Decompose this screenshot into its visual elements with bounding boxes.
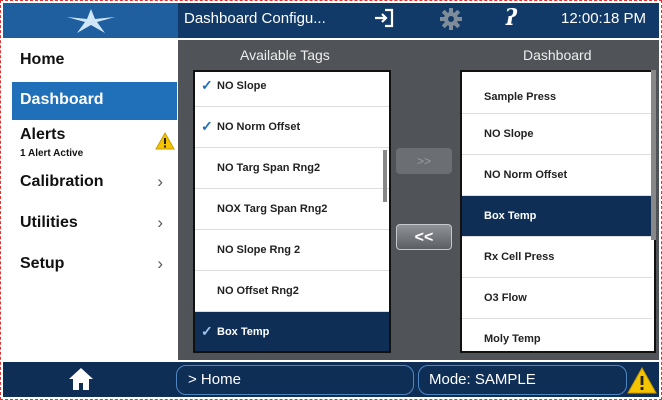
list-item-label: Box Temp [217, 326, 270, 338]
sidebar-item-setup[interactable]: Setup › [12, 246, 177, 284]
logo-icon [67, 9, 115, 33]
list-item[interactable]: Sample Press [462, 72, 652, 114]
sidebar-item-label: Utilities [20, 214, 78, 231]
checkmark-icon: ✓ [201, 77, 213, 93]
list-item-label: NO Slope Rng 2 [217, 244, 301, 256]
list-item[interactable]: NOX Targ Span Rng2 [195, 189, 389, 230]
gear-icon[interactable] [440, 8, 462, 30]
available-tags-list[interactable]: ✓ NO Slope ✓ NO Norm Offset NO Targ Span… [193, 70, 391, 353]
checkmark-icon: ✓ [201, 118, 213, 134]
list-item-selected[interactable]: ✓ Box Temp [195, 312, 389, 351]
sidebar-item-label: Calibration [20, 173, 104, 190]
list-item[interactable]: NO Norm Offset [462, 155, 652, 196]
list-item-label: NO Slope [217, 80, 267, 92]
home-icon[interactable] [68, 367, 94, 391]
chevron-right-icon: › [157, 213, 163, 232]
list-item-label: NO Targ Span Rng2 [217, 162, 321, 174]
sidebar-item-label: Alerts [20, 126, 66, 143]
mode-text: Mode: SAMPLE [429, 371, 536, 388]
dashboard-list[interactable]: Sample Press NO Slope NO Norm Offset Box… [460, 70, 656, 353]
mode-indicator: Mode: SAMPLE [418, 365, 627, 395]
sidebar-item-utilities[interactable]: Utilities › [12, 205, 177, 243]
sidebar-item-alerts[interactable]: Alerts 1 Alert Active [12, 122, 177, 164]
chevron-right-icon: › [157, 254, 163, 273]
sidebar-item-label: Home [20, 51, 65, 68]
list-item-label: Box Temp [484, 210, 537, 222]
available-scrollbar[interactable] [383, 150, 387, 202]
list-item-label: NO Norm Offset [217, 121, 301, 133]
list-item-label: NO Norm Offset [484, 169, 568, 181]
add-to-dashboard-button[interactable]: >> [396, 148, 452, 174]
list-item[interactable]: Rx Cell Press [462, 237, 652, 278]
help-icon[interactable]: ʔ [505, 5, 517, 31]
list-item-label: Rx Cell Press [484, 251, 555, 263]
clock: 12:00:18 PM [561, 10, 647, 27]
dashboard-scrollbar[interactable] [651, 70, 656, 240]
login-icon[interactable] [373, 8, 395, 28]
list-item-selected[interactable]: Box Temp [462, 196, 652, 237]
sidebar-item-label: Dashboard [20, 91, 104, 108]
breadcrumb: > Home [176, 365, 414, 395]
list-item[interactable]: ✓ NO Norm Offset [195, 107, 389, 148]
list-item[interactable]: O3 Flow [462, 278, 652, 319]
list-item-label: NO Slope [484, 128, 534, 140]
sidebar: Home Dashboard Alerts 1 Alert Active Cal… [12, 42, 177, 360]
logo-area [3, 3, 178, 38]
list-item[interactable]: NO Offset Rng2 [195, 271, 389, 312]
warning-icon [155, 132, 175, 150]
list-item[interactable]: Moly Temp [462, 319, 652, 351]
warning-icon[interactable] [627, 367, 657, 394]
remove-from-dashboard-button[interactable]: << [396, 224, 452, 250]
sidebar-item-label: Setup [20, 255, 65, 272]
sidebar-item-calibration[interactable]: Calibration › [12, 164, 177, 202]
list-item[interactable]: NO Slope Rng 2 [195, 230, 389, 271]
sidebar-item-dashboard[interactable]: Dashboard [12, 82, 177, 120]
list-item-label: NO Offset Rng2 [217, 285, 299, 297]
list-item[interactable]: NO Targ Span Rng2 [195, 148, 389, 189]
list-item-label: Sample Press [484, 91, 557, 103]
checkmark-icon: ✓ [201, 323, 213, 339]
list-item[interactable]: ✓ NO Slope [195, 72, 389, 107]
dashboard-header: Dashboard [523, 47, 592, 63]
list-item-label: O3 Flow [484, 292, 527, 304]
available-tags-header: Available Tags [240, 47, 330, 63]
alerts-count: 1 Alert Active [20, 148, 84, 159]
list-item-label: NOX Targ Span Rng2 [217, 203, 328, 215]
chevron-right-icon: › [157, 172, 163, 191]
breadcrumb-text: > Home [188, 371, 241, 388]
screen-title: Dashboard Configu... [184, 10, 326, 27]
sidebar-item-home[interactable]: Home [12, 42, 177, 80]
list-item[interactable]: NO Slope [462, 114, 652, 155]
list-item-label: Moly Temp [484, 333, 541, 345]
